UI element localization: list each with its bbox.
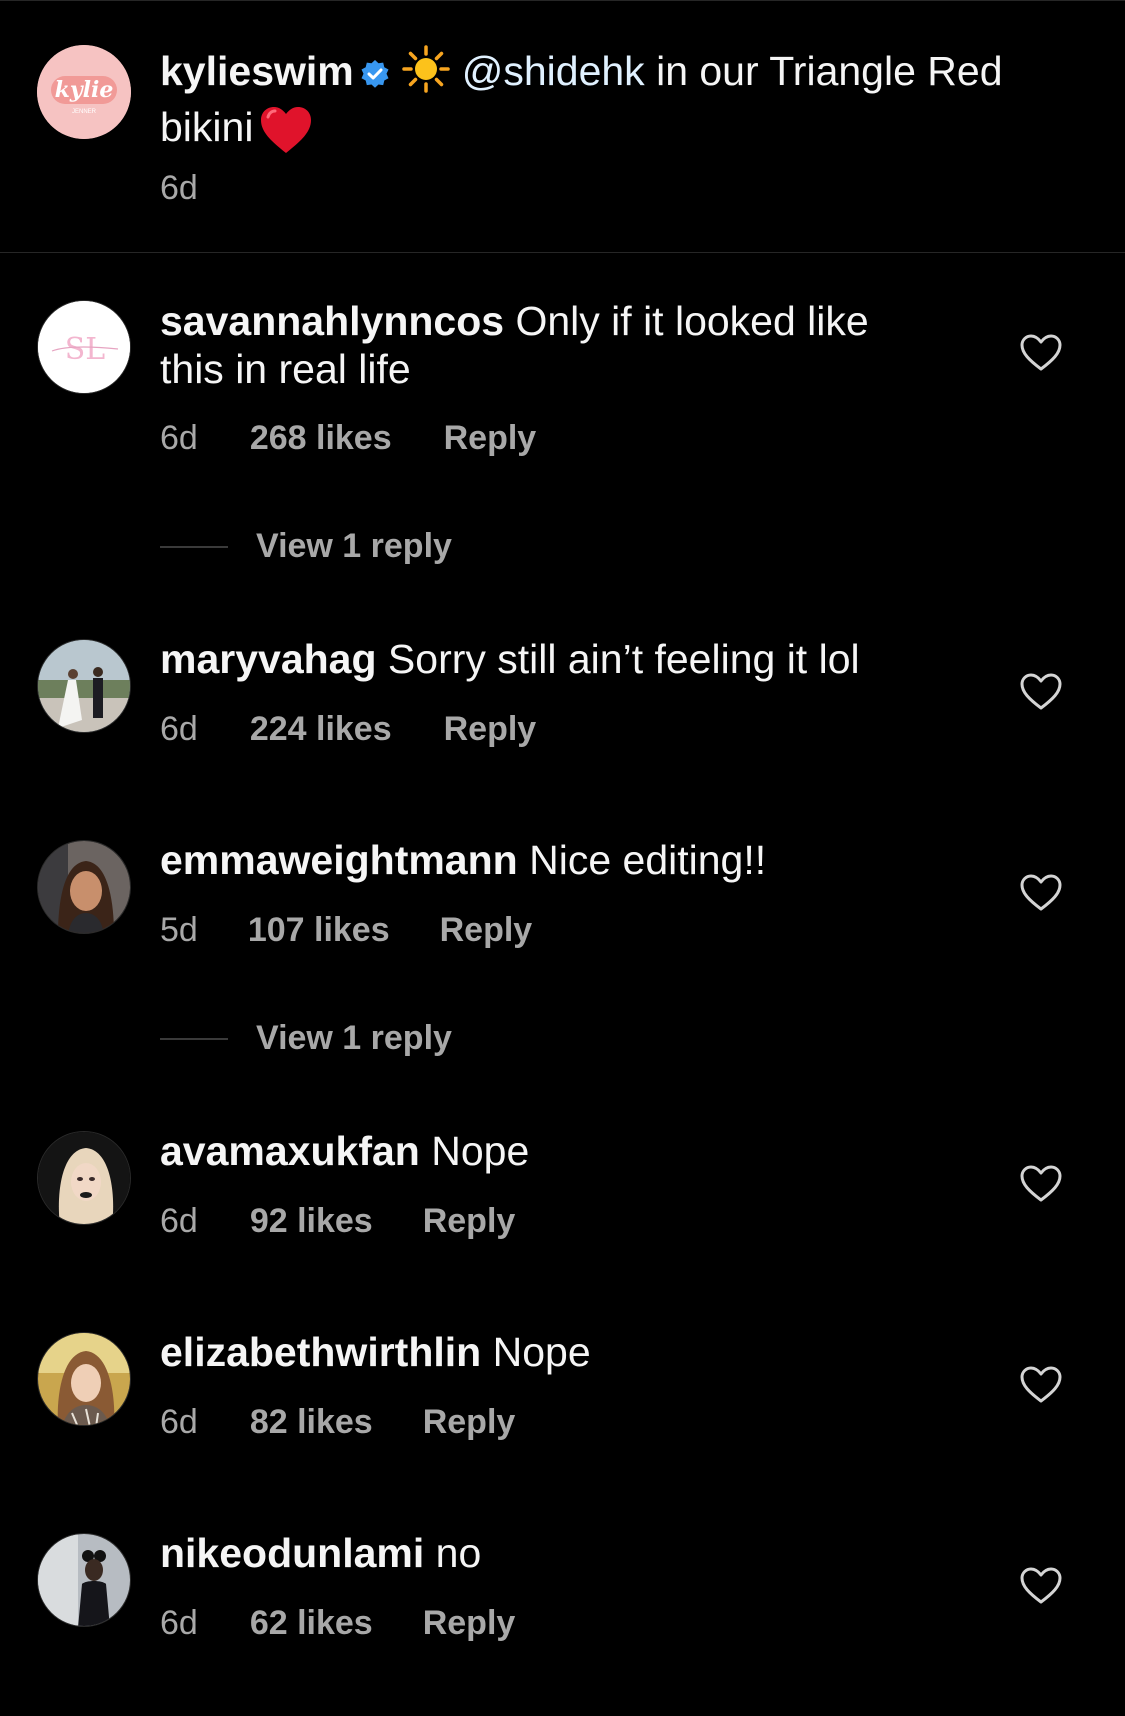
kylie-logo-icon: kylie JENNER (37, 45, 131, 139)
like-heart-icon[interactable] (1020, 1165, 1062, 1203)
comment-username[interactable]: nikeodunlami (160, 1530, 424, 1576)
view-replies-button[interactable]: View 1 reply (160, 1019, 452, 1058)
sl-logo-icon: SL (38, 301, 130, 393)
comment-meta: 6d 224 likes Reply (160, 709, 536, 749)
like-heart-icon[interactable] (1020, 874, 1062, 912)
comment-likes[interactable]: 107 likes (248, 910, 390, 950)
portrait-photo-icon (38, 1534, 130, 1626)
kylie-logo-text: kylie (55, 77, 114, 103)
avatar-elizabethwirthlin[interactable] (37, 1332, 131, 1426)
reply-button[interactable]: Reply (423, 1402, 516, 1442)
comment-body: no (435, 1530, 482, 1576)
portrait-photo-icon (38, 841, 130, 933)
caption-divider (0, 252, 1125, 253)
like-heart-icon[interactable] (1020, 673, 1062, 711)
caption-time: 6d (160, 169, 198, 207)
comment-username[interactable]: maryvahag (160, 636, 377, 682)
comment-meta: 6d 92 likes Reply (160, 1201, 515, 1241)
wedding-photo-icon (38, 640, 130, 732)
comment-body: Nope (492, 1329, 591, 1375)
comment-text: elizabethwirthlin Nope (160, 1328, 1060, 1376)
portrait-photo-icon (38, 1333, 130, 1425)
comment-text: emmaweightmann Nice editing!! (160, 836, 1060, 884)
view-replies-line (160, 1037, 228, 1040)
comment-meta: 5d 107 likes Reply (160, 910, 532, 950)
comment-body: Sorry still ain’t feeling it lol (387, 636, 860, 682)
comment-meta: 6d 62 likes Reply (160, 1603, 515, 1643)
comment-likes[interactable]: 268 likes (250, 418, 392, 458)
post-caption: kylie JENNER kylieswim @shidehk in our Tr… (0, 45, 1125, 253)
comment-time: 6d (160, 1403, 198, 1441)
comment-time: 6d (160, 419, 198, 457)
comment-likes[interactable]: 224 likes (250, 709, 392, 749)
like-heart-icon[interactable] (1020, 1366, 1062, 1404)
reply-button[interactable]: Reply (444, 418, 537, 458)
avatar-avamaxukfan[interactable] (37, 1131, 131, 1225)
comment-likes[interactable]: 92 likes (250, 1201, 373, 1241)
verified-badge-icon (360, 51, 390, 99)
view-replies-label[interactable]: View 1 reply (256, 1019, 452, 1058)
comment-likes[interactable]: 62 likes (250, 1603, 373, 1643)
avatar-kylieswim[interactable]: kylie JENNER (37, 45, 131, 139)
view-replies-label[interactable]: View 1 reply (256, 527, 452, 566)
caption-mention[interactable]: @shidehk (462, 48, 645, 94)
red-heart-emoji-icon (259, 105, 313, 165)
comment-likes[interactable]: 82 likes (250, 1402, 373, 1442)
comment-time: 6d (160, 710, 198, 748)
avatar-nikeodunlami[interactable] (37, 1533, 131, 1627)
reply-button[interactable]: Reply (423, 1201, 516, 1241)
comment-time: 5d (160, 911, 198, 949)
avatar-savannahlynncos[interactable]: SL (37, 300, 131, 394)
comments-screen: kylie JENNER kylieswim @shidehk in our Tr… (0, 0, 1125, 1716)
caption-meta: 6d (160, 168, 198, 208)
reply-button[interactable]: Reply (444, 709, 537, 749)
view-replies-button[interactable]: View 1 reply (160, 527, 452, 566)
comment-body: Nope (431, 1128, 530, 1174)
view-replies-line (160, 545, 228, 548)
comment-time: 6d (160, 1604, 198, 1642)
kylie-logo-subtext: JENNER (72, 109, 97, 115)
avatar-emmaweightmann[interactable] (37, 840, 131, 934)
comment-username[interactable]: emmaweightmann (160, 837, 518, 883)
comment-meta: 6d 268 likes Reply (160, 418, 536, 458)
like-heart-icon[interactable] (1020, 1567, 1062, 1605)
comment-username[interactable]: avamaxukfan (160, 1128, 420, 1174)
comment-body: Nice editing!! (529, 837, 767, 883)
comment-text: maryvahag Sorry still ain’t feeling it l… (160, 635, 960, 683)
caption-username[interactable]: kylieswim (160, 48, 354, 94)
reply-button[interactable]: Reply (423, 1603, 516, 1643)
comment-text: avamaxukfan Nope (160, 1127, 1060, 1175)
comment-time: 6d (160, 1202, 198, 1240)
comment-text: savannahlynncos Only if it looked like t… (160, 297, 920, 393)
portrait-photo-icon (38, 1132, 130, 1224)
avatar-maryvahag[interactable] (37, 639, 131, 733)
like-heart-icon[interactable] (1020, 334, 1062, 372)
comment-username[interactable]: savannahlynncos (160, 298, 504, 344)
sun-emoji-icon (401, 45, 450, 103)
sl-logo-text: SL (65, 332, 106, 367)
comment-text: nikeodunlami no (160, 1529, 1060, 1577)
comment-meta: 6d 82 likes Reply (160, 1402, 515, 1442)
comment-username[interactable]: elizabethwirthlin (160, 1329, 481, 1375)
reply-button[interactable]: Reply (440, 910, 533, 950)
top-divider (0, 0, 1125, 1)
caption-text: kylieswim @shidehk in our Triangle Red bi… (160, 45, 1060, 165)
